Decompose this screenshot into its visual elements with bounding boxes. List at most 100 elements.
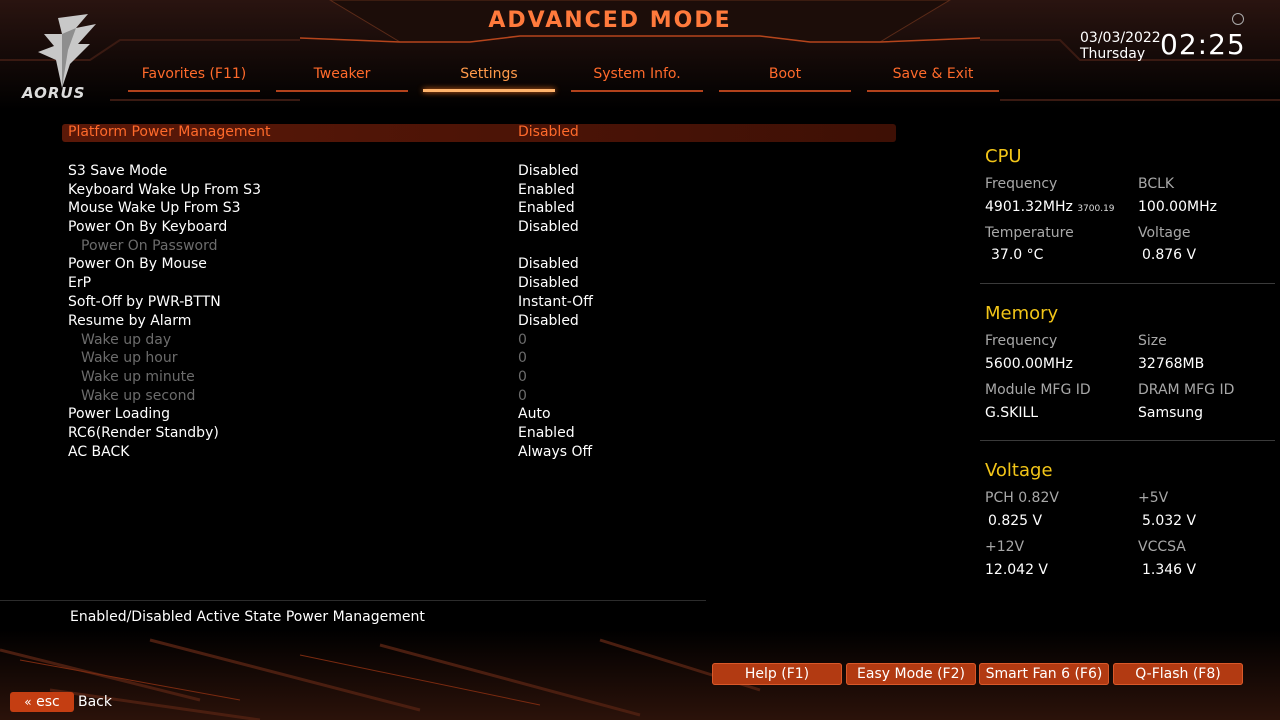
memory-size-value: 32768MB	[1138, 356, 1205, 372]
module-mfg-value: G.SKILL	[985, 405, 1039, 421]
setting-value[interactable]: Disabled	[518, 124, 579, 140]
setting-label: Soft-Off by PWR-BTTN	[68, 294, 221, 310]
pch-value: 0.825 V	[988, 513, 1043, 529]
cpu-frequency-value: 4901.32MHz 3700.19	[985, 199, 1115, 215]
setting-row-erp[interactable]: ErP Disabled	[62, 275, 896, 293]
setting-row-power-on-keyboard[interactable]: Power On By Keyboard Disabled	[62, 219, 896, 237]
setting-label: Wake up second	[81, 388, 196, 404]
tab-label: Tweaker	[313, 66, 371, 82]
setting-value: 0	[518, 350, 527, 366]
smart-fan-button[interactable]: Smart Fan 6 (F6)	[979, 663, 1109, 685]
esc-button[interactable]: « esc	[10, 692, 74, 712]
cpu-voltage-value: 0.876 V	[1142, 247, 1197, 263]
help-button[interactable]: Help (F1)	[712, 663, 842, 685]
divider	[980, 440, 1275, 441]
cpu-frequency-label: Frequency	[985, 176, 1058, 192]
plus12v-value: 12.042 V	[985, 562, 1049, 578]
setting-row-wake-up-second: Wake up second 0	[62, 388, 896, 406]
dram-mfg-value: Samsung	[1138, 405, 1204, 421]
voltage-title: Voltage	[985, 460, 1053, 481]
setting-label: AC BACK	[68, 444, 130, 460]
setting-row-platform-power-management[interactable]: Platform Power Management Disabled	[62, 124, 896, 142]
cpu-temperature-value: 37.0 °C	[991, 247, 1044, 263]
plus5v-value: 5.032 V	[1142, 513, 1197, 529]
setting-label: Power On Password	[81, 238, 218, 254]
setting-value[interactable]: Enabled	[518, 182, 575, 198]
tab-label: Boot	[768, 66, 802, 82]
setting-value[interactable]: Disabled	[518, 256, 579, 272]
setting-value[interactable]: Disabled	[518, 313, 579, 329]
setting-label: Wake up minute	[81, 369, 195, 385]
setting-row-power-loading[interactable]: Power Loading Auto	[62, 406, 896, 424]
setting-row-power-on-mouse[interactable]: Power On By Mouse Disabled	[62, 256, 896, 274]
setting-row-wake-up-hour: Wake up hour 0	[62, 350, 896, 368]
setting-value[interactable]: Enabled	[518, 200, 575, 216]
setting-row-wake-up-day: Wake up day 0	[62, 332, 896, 350]
tab-bar: Favorites (F11) Tweaker Settings System …	[0, 0, 1280, 100]
setting-value[interactable]: Instant-Off	[518, 294, 593, 310]
cpu-frequency-base: 3700.19	[1077, 204, 1115, 214]
setting-row-rc6[interactable]: RC6(Render Standby) Enabled	[62, 425, 896, 443]
divider	[980, 283, 1275, 284]
memory-frequency-value: 5600.00MHz	[985, 356, 1073, 372]
setting-value[interactable]: Auto	[518, 406, 551, 422]
setting-value[interactable]: Disabled	[518, 275, 579, 291]
setting-label: Mouse Wake Up From S3	[68, 200, 241, 216]
double-chevron-left-icon: «	[24, 695, 32, 709]
setting-value: 0	[518, 369, 527, 385]
cpu-bclk-value: 100.00MHz	[1138, 199, 1217, 215]
tab-save-exit[interactable]: Save & Exit	[867, 66, 999, 92]
setting-row-mouse-wake[interactable]: Mouse Wake Up From S3 Enabled	[62, 200, 896, 218]
setting-value: 0	[518, 388, 527, 404]
setting-row-ac-back[interactable]: AC BACK Always Off	[62, 444, 896, 462]
memory-title: Memory	[985, 303, 1059, 324]
dram-mfg-label: DRAM MFG ID	[1138, 382, 1235, 398]
setting-value[interactable]: Disabled	[518, 219, 579, 235]
setting-label: Keyboard Wake Up From S3	[68, 182, 261, 198]
memory-size-label: Size	[1138, 333, 1167, 349]
module-mfg-label: Module MFG ID	[985, 382, 1091, 398]
setting-label: Resume by Alarm	[68, 313, 192, 329]
cpu-voltage-label: Voltage	[1138, 225, 1191, 241]
setting-row-keyboard-wake[interactable]: Keyboard Wake Up From S3 Enabled	[62, 182, 896, 200]
tab-tweaker[interactable]: Tweaker	[276, 66, 408, 92]
easy-mode-button[interactable]: Easy Mode (F2)	[846, 663, 976, 685]
cpu-frequency: 4901.32MHz	[985, 199, 1073, 215]
plus12v-label: +12V	[985, 539, 1025, 555]
system-info-panel: CPU Frequency BCLK 4901.32MHz 3700.19 10…	[980, 140, 1275, 590]
setting-value[interactable]: Disabled	[518, 163, 579, 179]
tab-label: System Info.	[593, 66, 681, 82]
tab-system-info[interactable]: System Info.	[571, 66, 703, 92]
setting-value: 0	[518, 332, 527, 348]
setting-label: Wake up hour	[81, 350, 178, 366]
setting-label: RC6(Render Standby)	[68, 425, 219, 441]
setting-label: Wake up day	[81, 332, 172, 348]
tab-label: Save & Exit	[892, 66, 974, 82]
cpu-temperature-label: Temperature	[985, 225, 1074, 241]
tab-boot[interactable]: Boot	[719, 66, 851, 92]
tab-label: Favorites (F11)	[141, 66, 247, 82]
setting-row-resume-by-alarm[interactable]: Resume by Alarm Disabled	[62, 313, 896, 331]
setting-label: Power Loading	[68, 406, 171, 422]
setting-value[interactable]: Enabled	[518, 425, 575, 441]
pch-label: PCH 0.82V	[985, 490, 1059, 506]
esc-key-label: esc	[36, 694, 60, 710]
tab-settings[interactable]: Settings	[423, 66, 555, 92]
setting-row-wake-up-minute: Wake up minute 0	[62, 369, 896, 387]
tab-favorites[interactable]: Favorites (F11)	[128, 66, 260, 92]
help-description: Enabled/Disabled Active State Power Mana…	[70, 609, 425, 625]
vccsa-label: VCCSA	[1138, 539, 1186, 555]
setting-row-soft-off[interactable]: Soft-Off by PWR-BTTN Instant-Off	[62, 294, 896, 312]
cpu-bclk-label: BCLK	[1138, 176, 1175, 192]
setting-label: Power On By Mouse	[68, 256, 207, 272]
setting-label: Platform Power Management	[68, 124, 271, 140]
plus5v-label: +5V	[1138, 490, 1169, 506]
tab-label: Settings	[460, 66, 518, 82]
help-divider	[0, 600, 706, 601]
setting-label: ErP	[68, 275, 92, 291]
setting-value[interactable]: Always Off	[518, 444, 592, 460]
setting-row-s3-save-mode[interactable]: S3 Save Mode Disabled	[62, 163, 896, 181]
q-flash-button[interactable]: Q-Flash (F8)	[1113, 663, 1243, 685]
setting-label: S3 Save Mode	[68, 163, 168, 179]
setting-row-power-on-password: Power On Password	[62, 238, 896, 256]
